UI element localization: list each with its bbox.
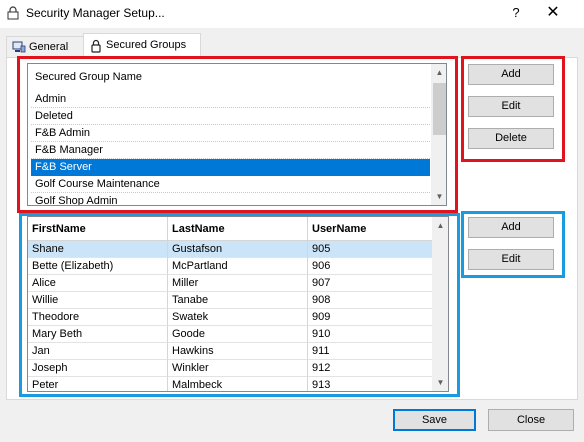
cell-firstname: Bette (Elizabeth) xyxy=(28,258,168,275)
scroll-down-icon[interactable]: ▼ xyxy=(432,375,448,390)
cell-firstname: Theodore xyxy=(28,309,168,326)
column-header-lastname[interactable]: LastName xyxy=(168,217,308,241)
cell-username: 905 xyxy=(308,241,432,258)
cell-username: 908 xyxy=(308,292,432,309)
column-header-username[interactable]: UserName xyxy=(308,217,432,241)
cell-lastname: Miller xyxy=(168,275,308,292)
table-row[interactable]: Peter Malmbeck 913 xyxy=(28,377,432,391)
edit-group-button[interactable]: Edit xyxy=(468,96,554,117)
tab-secured-groups[interactable]: Secured Groups xyxy=(83,33,201,58)
scroll-down-icon[interactable]: ▼ xyxy=(431,189,446,204)
users-grid[interactable]: FirstName LastName UserName Shane Gustaf… xyxy=(27,216,449,392)
table-row[interactable]: Mary Beth Goode 910 xyxy=(28,326,432,343)
table-row[interactable]: Shane Gustafson 905 xyxy=(28,241,432,258)
help-button[interactable]: ? xyxy=(504,3,528,23)
table-row[interactable]: Theodore Swatek 909 xyxy=(28,309,432,326)
add-group-button[interactable]: Add xyxy=(468,64,554,85)
tab-secured-groups-label: Secured Groups xyxy=(106,39,187,51)
cell-firstname: Willie xyxy=(28,292,168,309)
cell-firstname: Mary Beth xyxy=(28,326,168,343)
tab-general-label: General xyxy=(29,41,69,53)
scroll-thumb[interactable] xyxy=(433,83,446,135)
cell-firstname: Joseph xyxy=(28,360,168,377)
list-item[interactable]: Admin xyxy=(31,91,430,108)
cell-firstname: Alice xyxy=(28,275,168,292)
scroll-up-icon[interactable]: ▲ xyxy=(432,218,448,233)
cell-lastname: Hawkins xyxy=(168,343,308,360)
table-row[interactable]: Willie Tanabe 908 xyxy=(28,292,432,309)
secured-groups-list[interactable]: Secured Group Name Admin Deleted F&B Adm… xyxy=(27,63,447,206)
window-title: Security Manager Setup... xyxy=(26,6,165,20)
list-item[interactable]: F&B Admin xyxy=(31,125,430,142)
cell-username: 906 xyxy=(308,258,432,275)
lock-app-icon xyxy=(7,6,19,20)
cell-firstname: Peter xyxy=(28,377,168,391)
save-button[interactable]: Save xyxy=(393,409,476,431)
cell-username: 909 xyxy=(308,309,432,326)
list-item[interactable]: Golf Course Maintenance xyxy=(31,176,430,193)
secured-groups-header: Secured Group Name xyxy=(35,71,142,83)
table-row[interactable]: Jan Hawkins 911 xyxy=(28,343,432,360)
delete-group-button[interactable]: Delete xyxy=(468,128,554,149)
add-user-button[interactable]: Add xyxy=(468,217,554,238)
groups-scrollbar[interactable]: ▲ ▼ xyxy=(431,64,446,205)
title-bar: Security Manager Setup... ? ✕ xyxy=(0,0,584,28)
cell-firstname: Jan xyxy=(28,343,168,360)
table-row[interactable]: Bette (Elizabeth) McPartland 906 xyxy=(28,258,432,275)
scroll-thumb[interactable] xyxy=(434,234,447,246)
users-scrollbar[interactable]: ▲ ▼ xyxy=(432,217,448,391)
list-item[interactable]: Deleted xyxy=(31,108,430,125)
table-row[interactable]: Joseph Winkler 912 xyxy=(28,360,432,377)
cell-lastname: Goode xyxy=(168,326,308,343)
edit-user-button[interactable]: Edit xyxy=(468,249,554,270)
lock-icon xyxy=(91,39,101,53)
list-item[interactable]: Golf Shop Admin xyxy=(31,193,430,205)
grid-header: FirstName LastName UserName xyxy=(28,217,432,241)
scroll-up-icon[interactable]: ▲ xyxy=(431,65,446,80)
cell-lastname: Winkler xyxy=(168,360,308,377)
cell-lastname: Malmbeck xyxy=(168,377,308,391)
cell-username: 913 xyxy=(308,377,432,391)
cell-username: 911 xyxy=(308,343,432,360)
cell-username: 907 xyxy=(308,275,432,292)
cell-lastname: McPartland xyxy=(168,258,308,275)
cell-lastname: Swatek xyxy=(168,309,308,326)
list-item[interactable]: F&B Manager xyxy=(31,142,430,159)
cell-username: 912 xyxy=(308,360,432,377)
tab-general[interactable]: General xyxy=(6,36,84,58)
cell-firstname: Shane xyxy=(28,241,168,258)
cell-username: 910 xyxy=(308,326,432,343)
close-window-button[interactable]: ✕ xyxy=(540,3,566,23)
cell-lastname: Gustafson xyxy=(168,241,308,258)
table-row[interactable]: Alice Miller 907 xyxy=(28,275,432,292)
close-button[interactable]: Close xyxy=(488,409,574,431)
cell-lastname: Tanabe xyxy=(168,292,308,309)
column-header-firstname[interactable]: FirstName xyxy=(28,217,168,241)
network-computer-icon xyxy=(12,41,26,53)
list-item-selected[interactable]: F&B Server xyxy=(31,159,430,176)
